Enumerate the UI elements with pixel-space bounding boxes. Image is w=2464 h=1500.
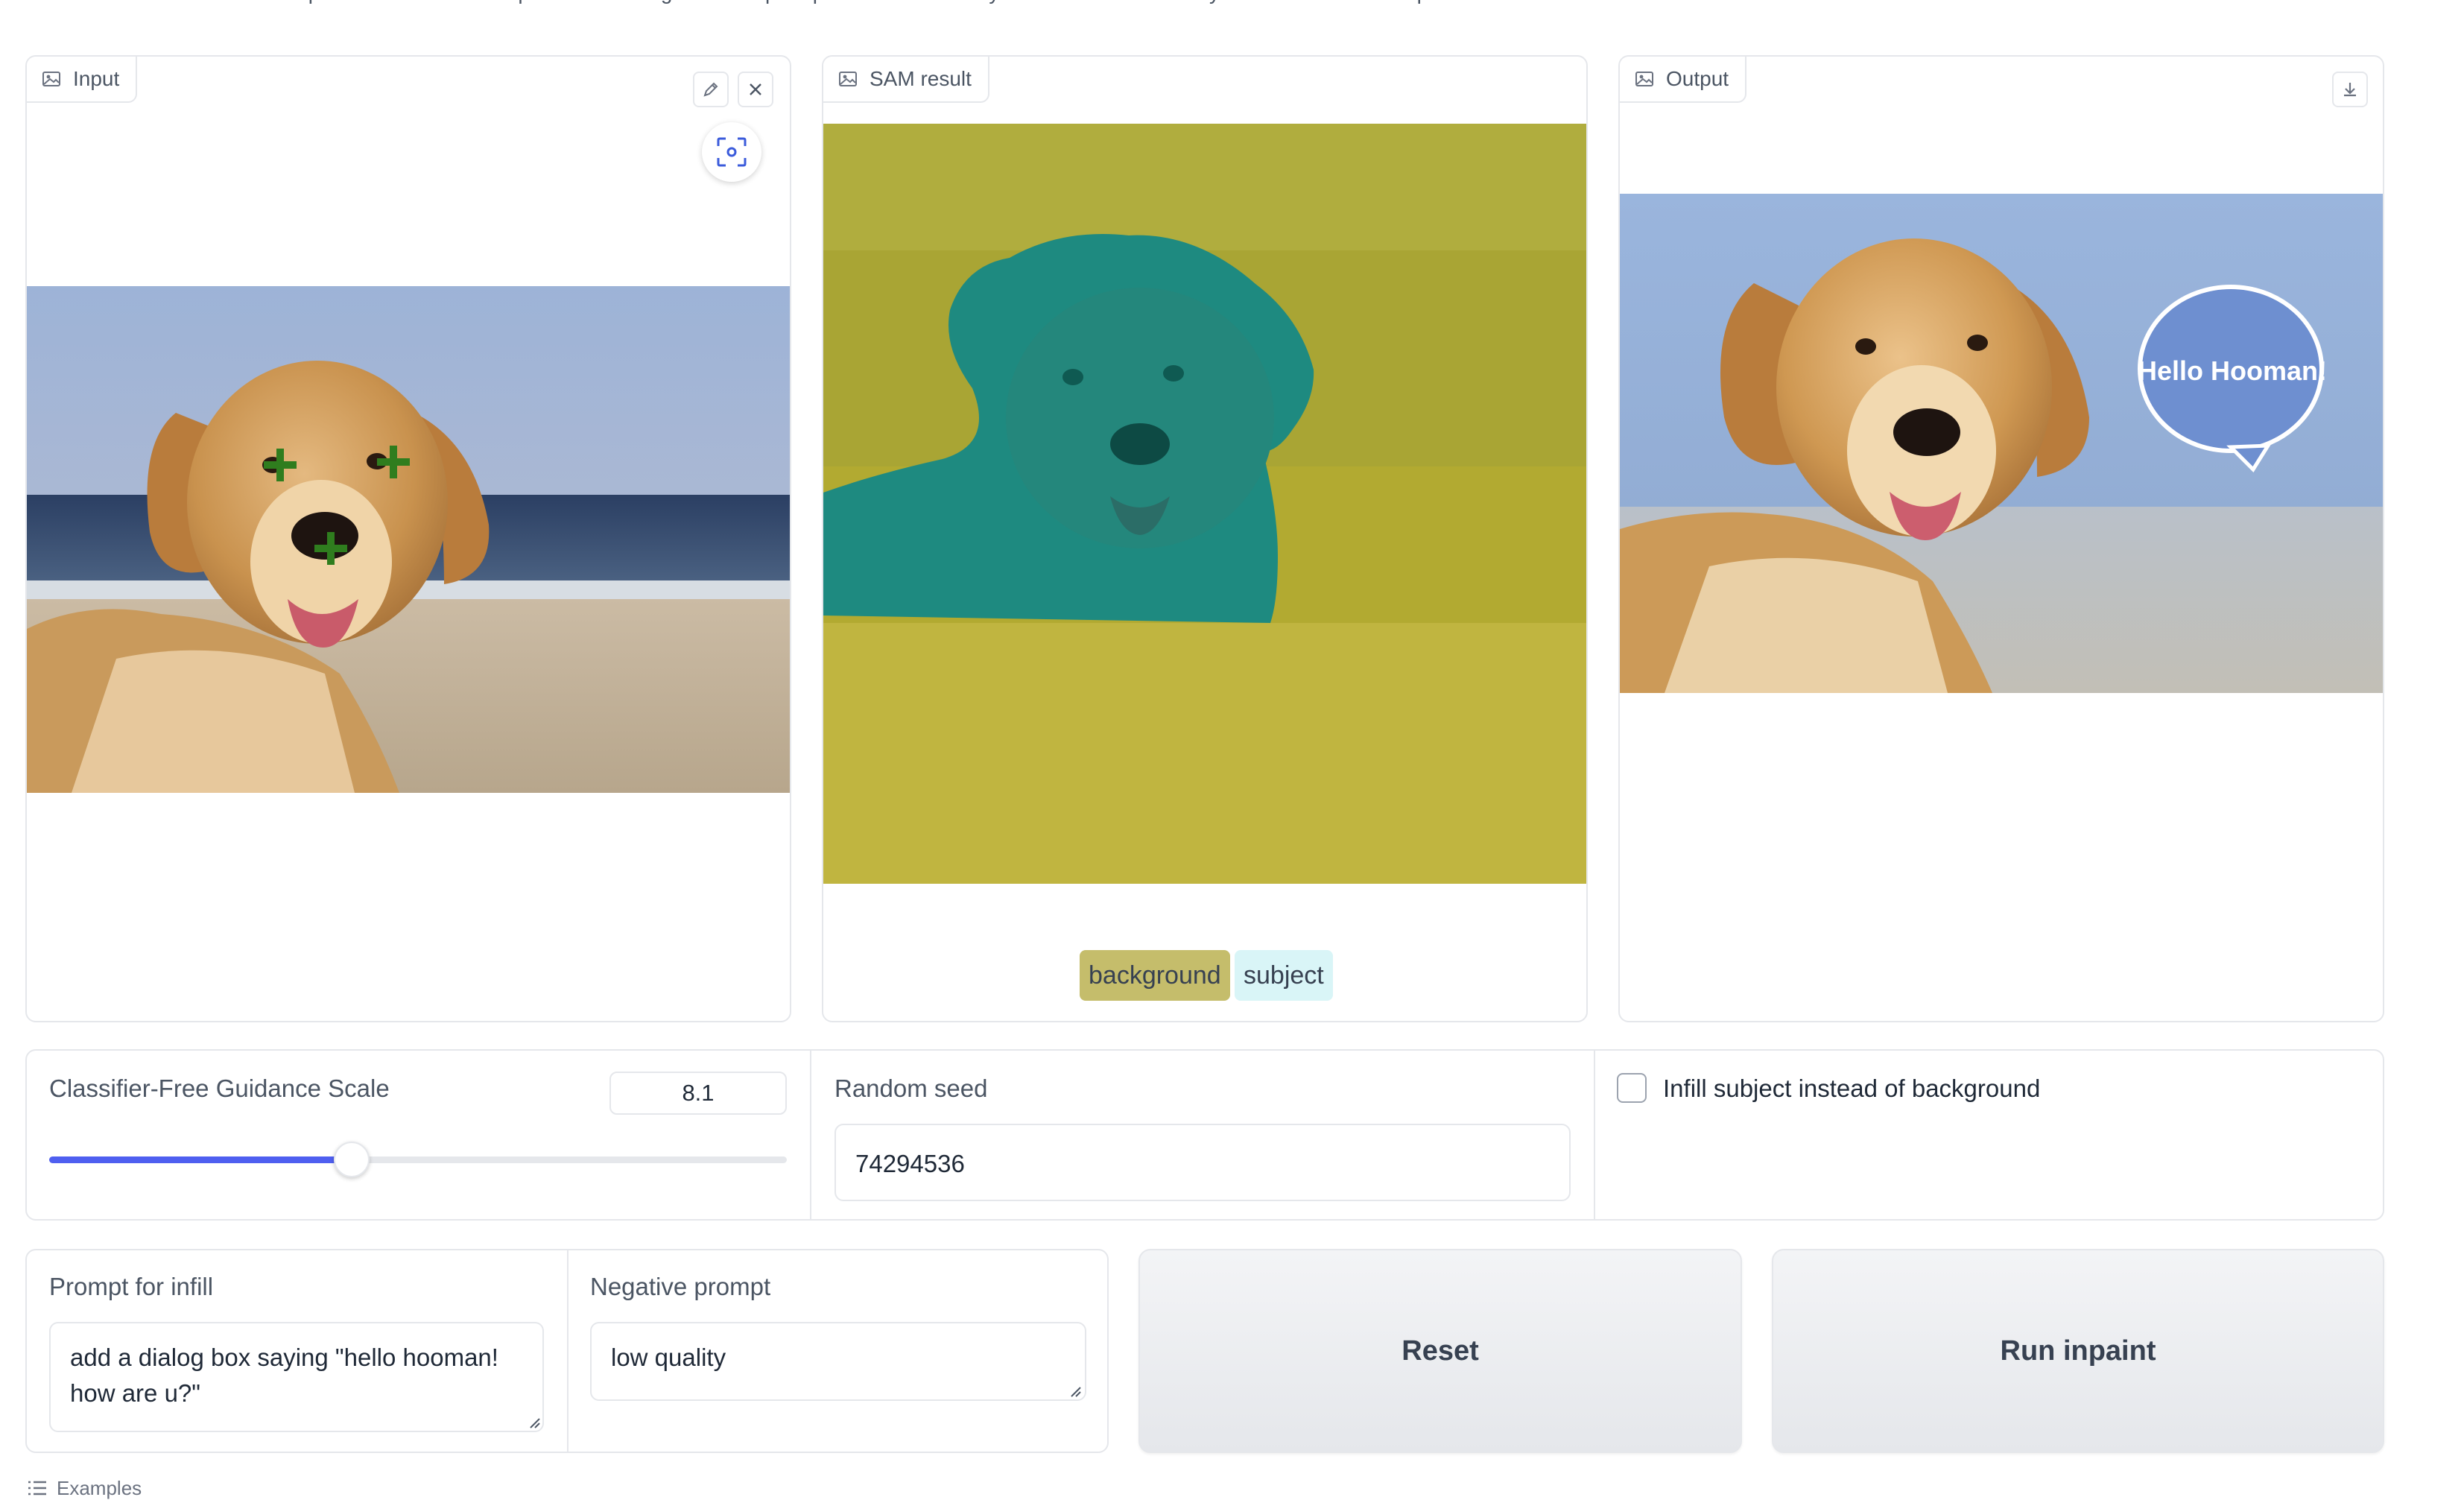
prompt-label: Prompt for infill (49, 1273, 214, 1300)
infill-checkbox[interactable] (1617, 1073, 1647, 1103)
download-icon (2344, 83, 2356, 97)
infill-checkbox-label[interactable]: Infill subject instead of background (1663, 1075, 2040, 1103)
seed-input[interactable]: 74294536 (834, 1124, 1571, 1201)
reset-button[interactable]: Reset (1138, 1249, 1742, 1453)
close-icon (750, 83, 761, 95)
output-dog-photo[interactable]: Hello Hooman! (1620, 194, 2383, 693)
output-panel: Output Hello Hooman! (1618, 55, 2384, 1022)
sam-label: SAM result (870, 67, 972, 90)
negative-prompt-label: Negative prompt (590, 1273, 771, 1300)
clear-image-button[interactable] (738, 72, 773, 107)
divider (810, 1051, 811, 1219)
input-label-tag: Input (27, 57, 138, 103)
cfg-label: Classifier-Free Guidance Scale (49, 1075, 390, 1102)
cfg-slider-thumb[interactable] (333, 1142, 370, 1177)
input-dog-photo[interactable] (27, 286, 790, 793)
edit-button[interactable] (693, 72, 729, 107)
run-inpaint-button[interactable]: Run inpaint (1772, 1249, 2384, 1453)
resize-grip-icon[interactable] (528, 1416, 541, 1429)
divider (1594, 1051, 1595, 1219)
seed-label: Random seed (834, 1075, 988, 1102)
output-label: Output (1666, 67, 1729, 90)
image-icon (839, 72, 857, 86)
prompt-textarea[interactable]: add a dialog box saying "hello hooman! h… (49, 1322, 544, 1432)
examples-label: Examples (57, 1476, 142, 1499)
focus-icon (717, 137, 747, 167)
cfg-slider-fill (49, 1156, 352, 1163)
cfg-value-input[interactable]: 8.1 (609, 1072, 787, 1115)
image-icon (1635, 72, 1653, 86)
cfg-slider[interactable] (49, 1139, 787, 1180)
legend-subject[interactable]: subject (1235, 950, 1333, 1001)
list-icon (28, 1481, 46, 1496)
focus-point-button[interactable] (702, 122, 761, 182)
pencil-icon (703, 82, 718, 97)
sam-label-tag: SAM result (823, 57, 989, 103)
sam-result-panel: SAM result background subject (822, 55, 1588, 1022)
negative-prompt-textarea[interactable]: low quality (590, 1322, 1086, 1401)
sam-mask-image (823, 124, 1586, 884)
speech-bubble-text: Hello Hooman! (2138, 355, 2327, 386)
download-button[interactable] (2332, 72, 2368, 107)
image-icon (42, 72, 60, 86)
prompts-group: Prompt for infill add a dialog box sayin… (25, 1249, 1109, 1453)
intro-text: Scroll down to see a few examples. Click… (25, 0, 1963, 10)
resize-grip-icon[interactable] (1068, 1385, 1082, 1398)
divider (567, 1250, 569, 1452)
input-label: Input (73, 67, 120, 90)
controls-row: Classifier-Free Guidance Scale 8.1 Rando… (25, 1049, 2384, 1221)
legend-background[interactable]: background (1080, 950, 1230, 1001)
output-label-tag: Output (1620, 57, 1747, 103)
examples-heading[interactable]: Examples (27, 1477, 142, 1499)
input-image-panel: Input (25, 55, 791, 1022)
